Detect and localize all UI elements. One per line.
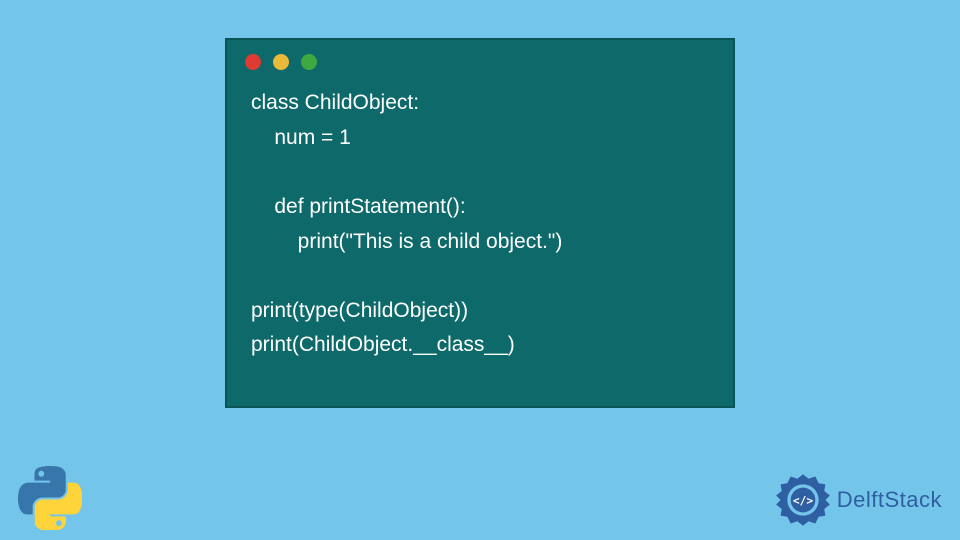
close-icon bbox=[245, 54, 261, 70]
brand-logo: </> DelftStack bbox=[775, 472, 942, 528]
maximize-icon bbox=[301, 54, 317, 70]
code-block: class ChildObject: num = 1 def printStat… bbox=[227, 78, 733, 383]
python-logo-icon bbox=[18, 466, 82, 530]
code-window: class ChildObject: num = 1 def printStat… bbox=[225, 38, 735, 408]
window-controls bbox=[227, 40, 733, 78]
brand-name: DelftStack bbox=[837, 487, 942, 513]
svg-text:</>: </> bbox=[793, 494, 813, 507]
seal-icon: </> bbox=[775, 472, 831, 528]
minimize-icon bbox=[273, 54, 289, 70]
